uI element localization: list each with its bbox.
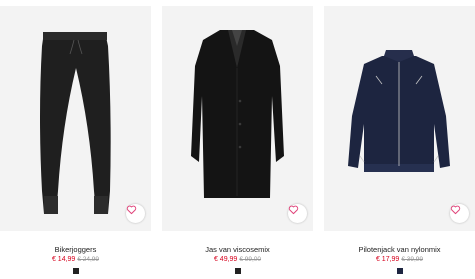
price-row: € 14,99 € 24,99 <box>0 255 151 266</box>
product-name[interactable]: Jas van viscosemix <box>162 245 313 255</box>
sale-price: € 14,99 <box>51 256 76 263</box>
product-card[interactable]: Bikerjoggers € 14,99 € 24,99 <box>0 0 151 279</box>
sale-price: € 17,99 <box>375 256 400 263</box>
original-price: € 99,00 <box>239 256 262 263</box>
price-row: € 17,99 € 39,99 <box>324 255 475 266</box>
color-swatch[interactable] <box>72 268 79 274</box>
color-swatch[interactable] <box>234 268 241 274</box>
heart-icon <box>450 205 461 215</box>
product-info: Jas van viscosemix € 49,99 € 99,00 <box>162 245 313 274</box>
product-image[interactable] <box>0 6 151 231</box>
favorite-button[interactable] <box>288 204 307 223</box>
price-row: € 49,99 € 99,00 <box>162 255 313 266</box>
product-image[interactable] <box>162 6 313 231</box>
product-card[interactable]: Pilotenjack van nylonmix € 17,99 € 39,99 <box>324 0 475 279</box>
product-image[interactable] <box>324 6 475 231</box>
product-info: Pilotenjack van nylonmix € 17,99 € 39,99 <box>324 245 475 274</box>
color-swatch[interactable] <box>396 268 403 274</box>
joggers-illustration <box>40 32 111 214</box>
heart-icon <box>288 205 299 215</box>
product-card[interactable]: Jas van viscosemix € 49,99 € 99,00 <box>162 0 313 279</box>
heart-icon <box>126 205 137 215</box>
coat-illustration <box>191 30 284 198</box>
sale-price: € 49,99 <box>213 256 238 263</box>
product-name[interactable]: Pilotenjack van nylonmix <box>324 245 475 255</box>
product-name[interactable]: Bikerjoggers <box>0 245 151 255</box>
favorite-button[interactable] <box>450 204 469 223</box>
favorite-button[interactable] <box>126 204 145 223</box>
product-info: Bikerjoggers € 14,99 € 24,99 <box>0 245 151 274</box>
original-price: € 24,99 <box>77 256 100 263</box>
jacket-illustration <box>348 50 450 172</box>
original-price: € 39,99 <box>401 256 424 263</box>
